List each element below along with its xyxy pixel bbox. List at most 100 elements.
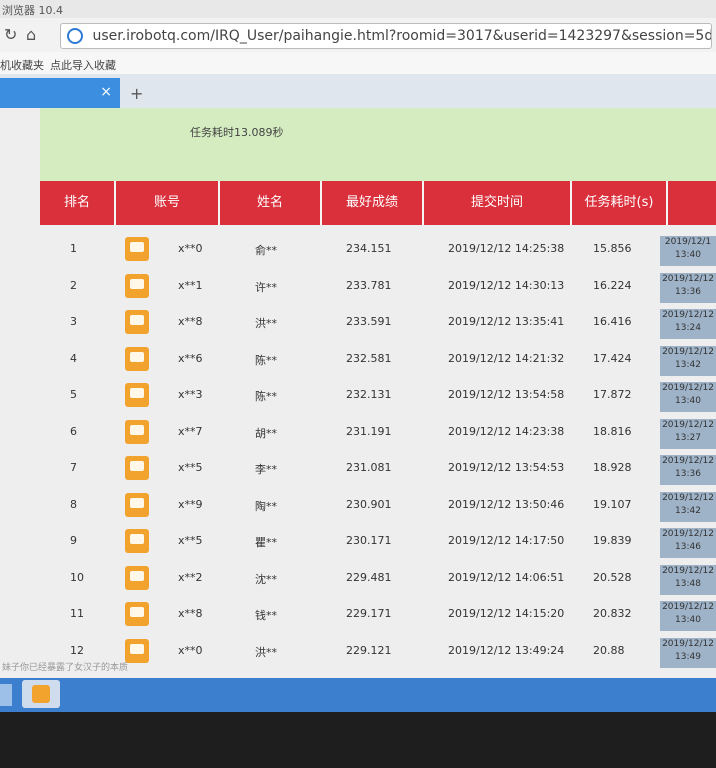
new-tab-button[interactable]: +: [130, 84, 143, 103]
account-cell: x**7: [178, 424, 203, 438]
taskbar: [0, 678, 716, 712]
extra-time-cell: 2019/12/12 13:42: [660, 345, 716, 376]
duration-cell: 20.832: [593, 607, 632, 620]
table-row: 11 x**8 钱** 229.171 2019/12/12 14:15:20 20.83…: [40, 598, 716, 633]
extra-time-cell: 2019/12/12 13:49: [660, 637, 716, 668]
start-button[interactable]: [0, 684, 12, 706]
rank-cell: 9: [70, 534, 77, 547]
avatar: [125, 492, 149, 517]
avatar: [125, 565, 149, 590]
extra-date: 2019/12/12: [662, 529, 714, 539]
favorites-link[interactable]: 机收藏夹: [0, 57, 44, 73]
avatar: [125, 602, 149, 626]
score-cell: 229.121: [346, 643, 392, 657]
table-row: 12 x**0 洪** 229.121 2019/12/12 13:49:24 20.88…: [40, 635, 716, 670]
url-text: user.irobotq.com/IRQ_User/paihangie.html…: [92, 28, 712, 44]
name-cell: 陶**: [255, 499, 277, 513]
page-content: 任务耗时13.089秒 排名 账号 姓名 最好成绩 提交时间 任务耗时(s) 1…: [0, 108, 716, 678]
extra-clock: 13:48: [675, 578, 701, 589]
submit-time-cell: 2019/12/12 14:30:13: [448, 278, 565, 292]
rank-cell: 12: [70, 643, 84, 657]
extra-clock: 13:40: [675, 250, 701, 260]
name-cell: 许**: [255, 280, 277, 294]
home-icon[interactable]: ⌂: [26, 25, 36, 44]
extra-clock: 13:42: [675, 505, 701, 516]
submit-time-cell: 2019/12/12 13:49:24: [448, 643, 565, 657]
url-field[interactable]: user.irobotq.com/IRQ_User/paihangie.html…: [60, 23, 712, 49]
submit-time-cell: 2019/12/12 13:54:53: [448, 461, 565, 474]
table-row: 5 x**3 陈** 232.131 2019/12/12 13:54:58 17.872…: [40, 379, 716, 414]
extra-clock: 13:36: [675, 286, 701, 297]
footer-note: 妹子你已经暴露了女汉子的本质: [2, 663, 129, 673]
avatar: [125, 273, 149, 298]
account-cell: x**0: [178, 242, 203, 255]
header-name: 姓名: [220, 181, 322, 225]
rank-cell: 8: [70, 497, 77, 511]
extra-date: 2019/12/12: [662, 456, 714, 466]
extra-date: 2019/12/12: [662, 565, 714, 576]
import-favorites-link[interactable]: 点此导入收藏: [50, 57, 116, 73]
header-task-duration: 任务耗时(s): [572, 181, 668, 225]
submit-time-cell: 2019/12/12 14:21:32: [448, 351, 565, 365]
window-title: 浏览器 10.4: [2, 4, 63, 17]
extra-time-cell: 2019/12/12 13:40: [660, 382, 716, 412]
tab-active[interactable]: ×: [0, 78, 120, 108]
account-cell: x**2: [178, 570, 203, 584]
name-cell: 陈**: [255, 353, 277, 367]
extra-date: 2019/12/12: [662, 492, 714, 503]
score-cell: 229.481: [346, 570, 392, 584]
duration-cell: 17.872: [593, 388, 632, 401]
submit-time-cell: 2019/12/12 14:06:51: [448, 570, 565, 584]
refresh-icon[interactable]: ↻: [4, 25, 17, 44]
rank-cell: 5: [70, 388, 77, 401]
submit-time-cell: 2019/12/12 14:15:20: [448, 607, 565, 620]
rank-cell: 3: [70, 315, 77, 328]
extra-time-cell: 2019/12/12 13:42: [660, 491, 716, 522]
extra-clock: 13:24: [675, 323, 701, 333]
extra-clock: 13:40: [675, 396, 701, 406]
table-row: 7 x**5 李** 231.081 2019/12/12 13:54:53 18.928…: [40, 452, 716, 487]
taskbar-app-icon[interactable]: [22, 680, 60, 708]
duration-cell: 16.224: [593, 278, 632, 292]
extra-time-cell: 2019/12/12 13:48: [660, 564, 716, 595]
score-cell: 234.151: [346, 242, 392, 255]
account-cell: x**5: [178, 534, 203, 547]
account-cell: x**9: [178, 497, 203, 511]
name-cell: 洪**: [255, 645, 277, 659]
extra-time-cell: 2019/12/1 13:40: [660, 236, 716, 266]
account-cell: x**0: [178, 643, 203, 657]
table-row: 10 x**2 沈** 229.481 2019/12/12 14:06:51 20.52…: [40, 562, 716, 597]
avatar: [125, 310, 149, 334]
duration-cell: 15.856: [593, 242, 632, 255]
header-rank: 排名: [40, 181, 116, 225]
extra-clock: 13:42: [675, 359, 701, 370]
extra-date: 2019/12/12: [662, 638, 714, 649]
avatar: [125, 346, 149, 371]
score-cell: 231.191: [346, 424, 392, 438]
account-cell: x**8: [178, 315, 203, 328]
name-cell: 胡**: [255, 426, 277, 440]
table-row: 6 x**7 胡** 231.191 2019/12/12 14:23:38 18.816…: [40, 416, 716, 451]
avatar: [125, 383, 149, 407]
extra-date: 2019/12/12: [662, 419, 714, 430]
rank-cell: 10: [70, 570, 84, 584]
extra-time-cell: 2019/12/12 13:36: [660, 455, 716, 485]
rank-cell: 4: [70, 351, 77, 365]
rank-cell: 1: [70, 242, 77, 255]
close-tab-icon[interactable]: ×: [100, 84, 112, 100]
duration-cell: 20.528: [593, 570, 632, 584]
monitor-bezel: [0, 712, 716, 768]
name-cell: 俞**: [255, 244, 277, 257]
name-cell: 沈**: [255, 572, 277, 586]
name-cell: 陈**: [255, 390, 277, 403]
avatar: [125, 529, 149, 553]
submit-time-cell: 2019/12/12 14:25:38: [448, 242, 565, 255]
rank-cell: 6: [70, 424, 77, 438]
name-cell: 瞿**: [255, 536, 277, 549]
task-time-label: 任务耗时13.089秒: [190, 126, 284, 139]
account-cell: x**6: [178, 351, 203, 365]
browser-logo-icon: [67, 28, 83, 44]
name-cell: 钱**: [255, 609, 277, 622]
account-cell: x**8: [178, 607, 203, 620]
account-cell: x**5: [178, 461, 203, 474]
